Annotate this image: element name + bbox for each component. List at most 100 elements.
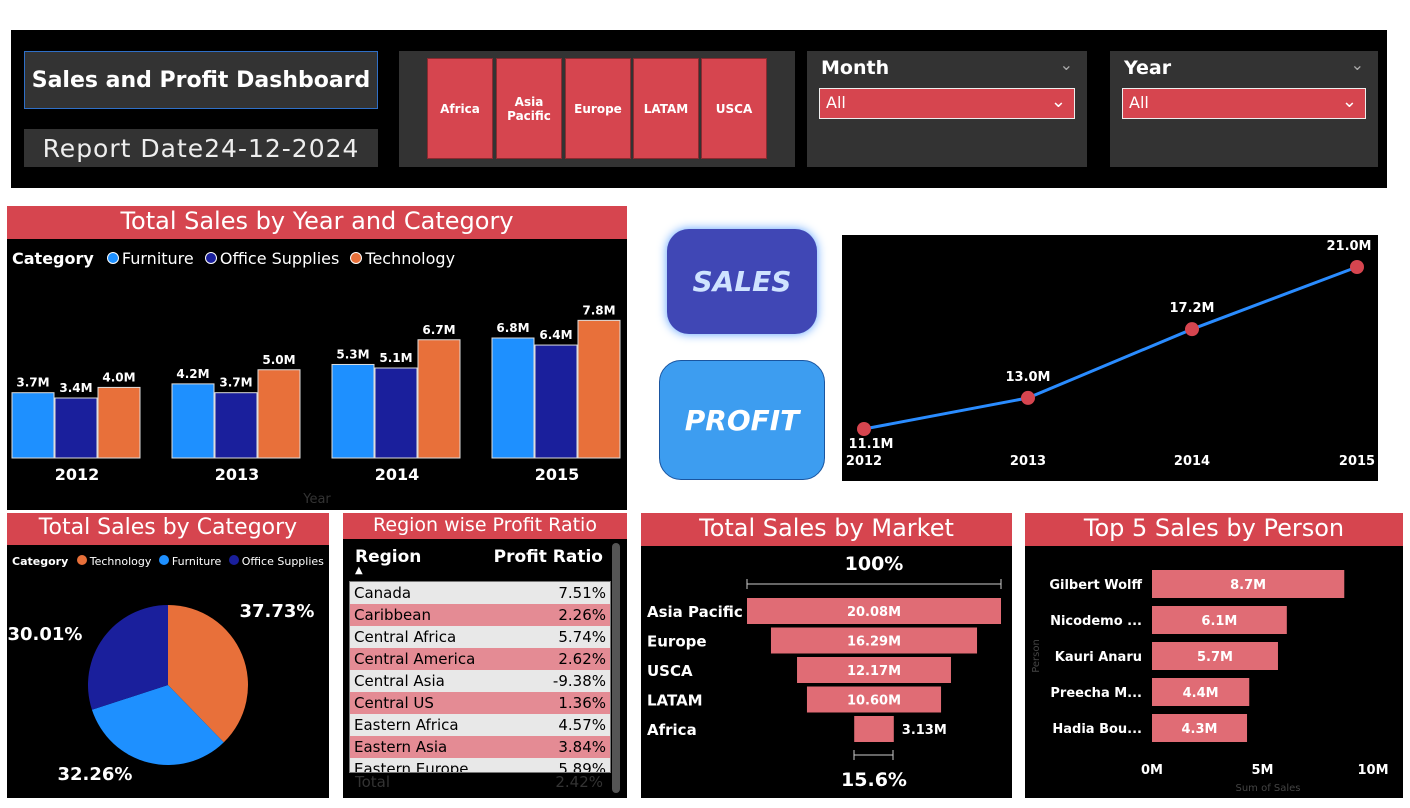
market-funnel-title: Total Sales by Market [641,513,1012,546]
ratio-cell: 5.89% [558,760,606,773]
bar-data-label: 5.1M [379,351,412,365]
bar [374,367,418,459]
legend-office-supplies: Office Supplies [241,555,324,568]
slice-label: 37.73% [240,601,315,622]
technology-legend-dot [76,555,87,565]
dashboard-title: Sales and Profit Dashboard [24,51,378,109]
profit-ratio-column-header[interactable]: Profit Ratio [494,547,603,567]
office-legend-dot [204,252,217,264]
region-button-asia-pacific[interactable]: Asia Pacific [496,58,562,159]
year-dropdown[interactable]: All ⌄ [1122,88,1366,119]
region-cell: Eastern Africa [354,716,459,734]
ratio-cell: 2.62% [558,650,606,668]
table-row[interactable]: Central Africa 5.74% [350,626,610,648]
month-slicer: Month ⌄ All ⌄ [807,51,1087,167]
legend-furniture: Furniture [121,249,194,268]
chevron-down-icon[interactable]: ⌄ [1351,55,1364,74]
x-tick-label: 2014 [375,465,420,484]
ratio-cell: -9.38% [552,672,606,690]
table-row[interactable]: Caribbean 2.26% [350,604,610,626]
top-persons-title: Top 5 Sales by Person [1025,513,1403,546]
legend-technology: Technology [89,555,152,568]
legend-technology: Technology [365,249,456,268]
point-data-label: 11.1M [848,437,893,452]
bar [534,344,578,459]
furniture-legend-dot [106,252,119,264]
region-cell: Central Africa [354,628,457,646]
bar [171,383,215,459]
bar-data-label: 6.1M [1201,614,1237,629]
legend-title: Category [12,555,69,568]
ratio-cell: 5.74% [558,628,606,646]
table-row[interactable]: Canada 7.51% [350,582,610,604]
month-dropdown[interactable]: All ⌄ [819,88,1075,119]
ratio-cell: 7.51% [558,584,606,602]
table-row[interactable]: Eastern Africa 4.57% [350,714,610,736]
bar-data-label: 3.7M [16,376,49,390]
region-button-europe[interactable]: Europe [565,58,631,159]
x-tick-label: 2013 [1010,454,1046,469]
sales-button[interactable]: SALES [667,229,817,334]
table-row[interactable]: Central Asia -9.38% [350,670,610,692]
bar-data-label: 4.4M [1183,686,1219,701]
category-pie-title: Total Sales by Category [7,513,329,545]
legend-furniture: Furniture [171,555,222,568]
funnel-data-label: 12.17M [847,664,901,679]
category-pie-chart: 37.73% 32.26% 30.01% [8,601,315,785]
table-scrollbar[interactable] [612,543,620,793]
office-legend-dot [228,555,239,565]
sales-trend-chart: 11.1M 2012 13.0M 2013 17.2M 2014 21.0M 2015 [846,239,1375,469]
table-row[interactable]: Eastern Europe 5.89% [350,758,610,773]
report-date: Report Date24-12-2024 [24,129,378,167]
funnel-top-percent: 100% [845,553,904,575]
region-cell: Eastern Asia [354,738,448,756]
region-cell: Caribbean [354,606,431,624]
table-row[interactable]: Central US 1.36% [350,692,610,714]
table-row[interactable]: Central America 2.62% [350,648,610,670]
furniture-legend-dot [158,555,169,565]
year-category-title: Total Sales by Year and Category [7,206,627,239]
bar [214,392,258,459]
ratio-cell: 1.36% [558,694,606,712]
category-pie-legend: Category Technology Furniture Office Sup… [12,555,324,568]
funnel-data-label: 20.08M [847,605,901,620]
bar [97,386,141,459]
month-label: Month [821,57,890,79]
profit-ratio-title: Region wise Profit Ratio [343,513,627,539]
sort-up-icon: ▲ [355,565,363,576]
x-tick-label: 0M [1141,763,1163,778]
bar [331,363,375,459]
year-category-legend: Category Furniture Office Supplies Techn… [12,249,455,268]
legend-office-supplies: Office Supplies [219,249,340,268]
bar-data-label: 4.0M [102,370,135,384]
legend-title: Category [12,249,94,268]
profit-button[interactable]: PROFIT [659,360,825,480]
person-label: Nicodemo ... [1050,614,1142,629]
year-value: All [1129,93,1149,112]
region-button-africa[interactable]: Africa [427,58,493,159]
person-label: Kauri Anaru [1055,650,1142,665]
bar [491,337,535,459]
chevron-down-icon[interactable]: ⌄ [1060,55,1073,74]
region-button-latam[interactable]: LATAM [633,58,699,159]
region-column-header[interactable]: Region [355,547,421,567]
top-persons-chart: 8.7M Gilbert Wolff 6.1M Nicodemo ... 5.7M Kau… [1031,570,1389,794]
total-value: 2.42% [555,773,603,791]
chevron-down-icon: ⌄ [1050,91,1066,112]
bar-data-label: 6.7M [422,323,455,337]
profit-ratio-total-row: Total 2.42% [355,773,605,791]
region-cell: Central America [354,650,476,668]
region-button-usca[interactable]: USCA [701,58,767,159]
profit-ratio-table: Canada 7.51% Caribbean 2.26% Central Africa 5… [349,581,611,773]
region-cell: Eastern Europe [354,760,469,773]
data-point [857,422,871,436]
point-data-label: 13.0M [1005,370,1050,385]
market-label: Asia Pacific [647,603,743,621]
ratio-cell: 2.26% [558,606,606,624]
data-point [1021,390,1035,405]
technology-legend-dot [350,252,363,264]
region-cell: Canada [354,584,412,602]
person-label: Gilbert Wolff [1049,578,1142,593]
table-row[interactable]: Eastern Asia 3.84% [350,736,610,758]
bar [577,319,621,459]
